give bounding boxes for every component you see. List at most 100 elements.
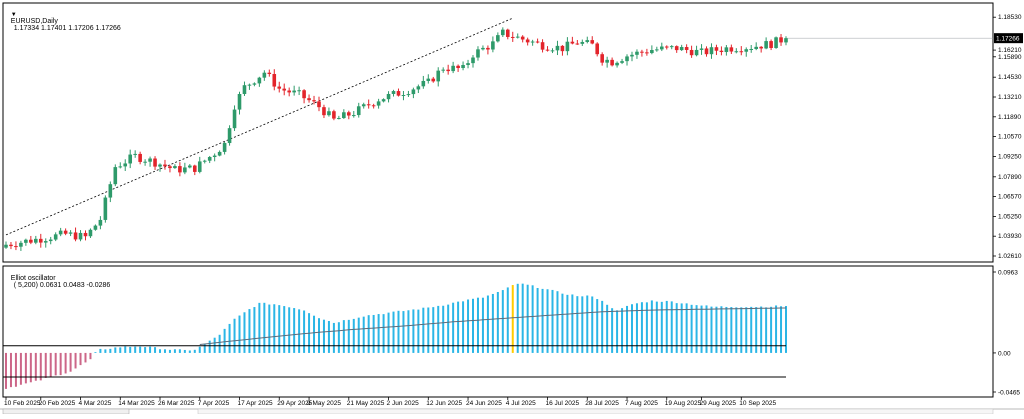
date-axis-label: 20 Feb 2025	[39, 400, 76, 407]
candle-body	[133, 153, 137, 155]
candle-body	[471, 57, 475, 64]
candle-body	[749, 48, 754, 50]
oscillator-bar	[149, 346, 152, 353]
oscillator-bar	[407, 310, 410, 353]
candle-body	[565, 41, 570, 52]
oscillator-bar	[531, 285, 534, 353]
oscillator-bar	[551, 289, 554, 353]
oscillator-bar	[347, 319, 350, 353]
candle-body	[620, 61, 624, 63]
candle-body	[466, 63, 470, 65]
oscillator-bar	[511, 285, 514, 353]
candle-body	[416, 86, 421, 90]
oscillator-label: Elliot oscillator	[10, 275, 56, 282]
candle-body	[277, 86, 282, 89]
price-axis-label: 1.07890	[998, 174, 1022, 181]
candle-body	[674, 46, 679, 51]
candle-body	[540, 42, 545, 50]
oscillator-bar	[54, 352, 57, 376]
oscillator-bar	[14, 352, 17, 387]
date-axis-label: 17 Apr 2025	[238, 400, 273, 407]
candle-body	[441, 69, 445, 71]
candle-body	[630, 54, 634, 57]
candle-body	[242, 85, 247, 95]
candle-body	[769, 41, 773, 48]
candle-body	[118, 166, 123, 168]
oscillator-bar	[303, 310, 306, 353]
candle-body	[188, 165, 192, 168]
candle-body	[694, 49, 699, 56]
chart-tab[interactable]	[2, 408, 130, 415]
price-axis-label: 1.02610	[998, 253, 1022, 260]
oscillator-bar	[163, 349, 166, 353]
date-axis-label: 10 Feb 2025	[4, 400, 41, 407]
price-axis-label: 1.18530	[998, 14, 1022, 21]
horizontal-scrollbar[interactable]	[197, 408, 994, 415]
oscillator-bar	[467, 299, 470, 353]
oscillator-bar	[39, 352, 42, 381]
chart-window: 1.18530 1.16210 1.15890 1.14530 1.13210 1.118…	[0, 0, 1024, 415]
oscillator-bar	[124, 346, 127, 353]
oscillator-bar	[44, 352, 47, 378]
oscillator-bar	[99, 348, 102, 353]
candle-body	[202, 160, 207, 162]
oscillator-bar	[516, 283, 519, 353]
candle-body	[38, 238, 43, 243]
candle-body	[664, 46, 669, 48]
oscillator-bar	[377, 314, 380, 353]
candle-body	[784, 38, 788, 43]
candle-body	[600, 54, 604, 63]
candle-body	[9, 244, 13, 247]
price-axis-label: 1.11890	[998, 114, 1021, 121]
candle-body	[88, 229, 93, 237]
oscillator-bar	[506, 287, 509, 353]
date-axis-label: 4 Jul 2025	[506, 400, 536, 407]
oscillator-bar	[84, 352, 87, 363]
candle-body	[53, 234, 58, 240]
candle-body	[217, 151, 222, 156]
oscillator-bar	[159, 349, 162, 353]
oscillator-bar	[556, 291, 559, 353]
candle-body	[63, 230, 68, 234]
candle-body	[73, 232, 78, 240]
candle-body	[197, 161, 202, 172]
oscillator-bar	[114, 347, 117, 353]
oscillator-bar	[382, 314, 385, 353]
candle-body	[332, 111, 336, 119]
oscillator-bar	[392, 311, 395, 353]
candle-body	[640, 51, 644, 53]
oscillator-bar	[298, 309, 301, 353]
oscillator-bar	[387, 312, 390, 353]
candle-body	[491, 41, 495, 50]
oscillator-header: Elliot oscillator ( 5,200) 0.0631 0.0483…	[3, 268, 111, 296]
candle-body	[481, 47, 485, 50]
candle-body	[381, 99, 386, 102]
candle-body	[262, 72, 267, 78]
candle-body	[237, 94, 242, 110]
oscillator-bar	[129, 346, 132, 353]
date-axis-label: 29 Aug 2025	[700, 400, 737, 407]
date-axis-label: 21 May 2025	[347, 400, 385, 407]
date-axis-label: 12 Jun 2025	[426, 400, 462, 407]
trendline[interactable]	[5, 17, 513, 236]
candle-body	[267, 72, 272, 74]
candle-body	[366, 104, 371, 106]
date-axis-label: 10 Sep 2025	[739, 400, 776, 407]
oscillator-bar	[109, 348, 112, 353]
oscillator-bar	[621, 308, 624, 353]
oscillator-bar	[352, 318, 355, 353]
candle-body	[113, 167, 118, 185]
candle-body	[669, 46, 674, 48]
candle-body	[590, 40, 595, 44]
oscillator-bar	[665, 300, 668, 353]
oscillator-bar	[243, 312, 246, 353]
candle-body	[108, 184, 113, 198]
candle-body	[297, 90, 301, 92]
candle-body	[257, 77, 262, 84]
candle-body	[163, 164, 167, 167]
oscillator-bar	[119, 347, 122, 353]
candle-body	[714, 47, 719, 51]
oscillator-bar	[491, 293, 494, 353]
oscillator-bar	[24, 352, 27, 384]
candle-body	[183, 167, 187, 173]
